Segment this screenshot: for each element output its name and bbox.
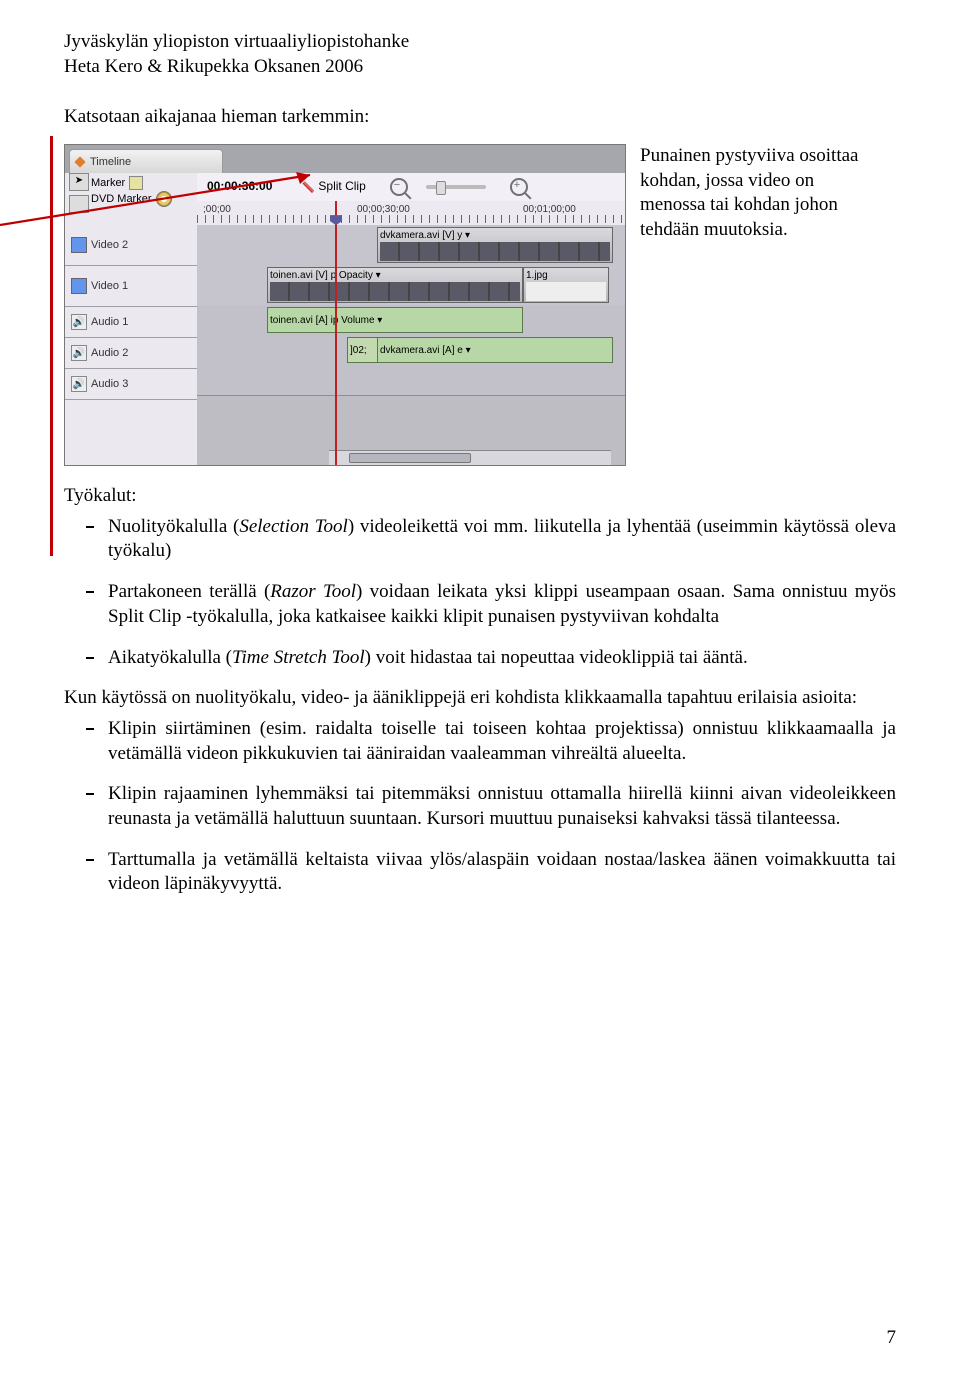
timeline-ruler[interactable]: ;00;00 00;00;30;00 00;01;00;00 [197,201,625,226]
split-clip-button[interactable]: Split Clip [302,179,365,195]
audio1-track[interactable]: toinen.avi [A] ip Volume ▾ [197,305,625,336]
actions-list: Klipin siirtäminen (esim. raidalta toise… [64,717,896,897]
side-tools: ➤ [69,173,91,223]
horizontal-scrollbar[interactable] [329,450,611,465]
zoom-out-icon[interactable]: − [390,178,408,196]
audio3-label[interactable]: 🔊Audio 3 [65,369,197,400]
tools-heading: Työkalut: [64,484,896,509]
tools-list: Nuolityökalulla (Selection Tool) videole… [64,515,896,670]
audio2-clip-label: dvkamera.avi [A] e ▾ [380,344,471,357]
video1-clip[interactable]: toinen.avi [V] p Opacity ▾ [267,267,523,303]
video2-clip-label: dvkamera.avi [V] y ▾ [380,229,610,242]
timecode[interactable]: 00:00:36:00 [207,179,272,195]
audio3-track[interactable] [197,365,625,396]
audio2-track[interactable]: ]02; dvkamera.avi [A] e ▾ [197,335,625,366]
speaker-icon: 🔊 [71,376,87,392]
list-item: Klipin rajaaminen lyhemmäksi tai pitemmä… [64,782,896,831]
arrow-tool-icon[interactable]: ➤ [69,173,89,191]
list-item: Tarttumalla ja vetämällä keltaista viiva… [64,848,896,897]
video1-track[interactable]: toinen.avi [V] p Opacity ▾ 1.jpg [197,265,625,306]
speaker-icon: 🔊 [71,345,87,361]
speaker-icon: 🔊 [71,314,87,330]
video2-label[interactable]: Video 2 [65,225,197,266]
intro-text: Katsotaan aikajanaa hieman tarkemmin: [64,105,896,130]
video1-image-label: 1.jpg [526,269,606,282]
paragraph-actions-intro: Kun käytössä on nuolityökalu, video- ja … [64,686,896,711]
marker-icon[interactable] [129,176,143,190]
video1-label[interactable]: Video 1 [65,266,197,307]
timeline-body[interactable]: dvkamera.avi [V] y ▾ toinen.avi [V] p Op… [197,225,625,465]
timeline-tab-label: Timeline [90,155,131,169]
zoom-in-icon[interactable]: + [510,178,528,196]
dvd-marker-label: DVD Marker [91,192,152,206]
marker-label: Marker [91,176,125,190]
dvd-icon[interactable] [156,191,172,207]
doc-header-line1: Jyväskylän yliopiston virtuaaliyliopisto… [64,30,896,55]
video2-clip[interactable]: dvkamera.avi [V] y ▾ [377,227,613,263]
scissors-icon [302,181,314,193]
audio2-clip-small[interactable]: ]02; [347,337,379,363]
list-item: Nuolityökalulla (Selection Tool) videole… [64,515,896,564]
scrollbar-thumb[interactable] [349,453,471,463]
video2-track[interactable]: dvkamera.avi [V] y ▾ [197,225,625,266]
timeline-toolbar: 00:00:36:00 Split Clip − + [197,173,625,202]
split-clip-label: Split Clip [318,179,365,195]
annotation-vertical-line [50,136,53,556]
audio1-label[interactable]: 🔊Audio 1 [65,307,197,338]
page-number: 7 [887,1326,897,1351]
list-item: Klipin siirtäminen (esim. raidalta toise… [64,717,896,766]
zoom-slider[interactable] [426,185,486,189]
left-marker-labels: Marker DVD Marker [91,175,172,207]
callout-text: Punainen pystyviiva osoittaa kohdan, jos… [640,144,870,243]
audio1-clip-label: toinen.avi [A] ip Volume ▾ [270,314,382,327]
list-item: Partakoneen terällä (Razor Tool) voidaan… [64,580,896,629]
track-labels: Video 2 Video 1 🔊Audio 1 🔊Audio 2 🔊Audio… [65,225,197,465]
timeline-screenshot: Timeline ➤ Marker DVD Marker 00:00:36:00… [64,144,626,466]
timeline-tab-icon [74,156,85,167]
video1-image-clip[interactable]: 1.jpg [523,267,609,303]
audio1-clip[interactable]: toinen.avi [A] ip Volume ▾ [267,307,523,333]
timeline-tab[interactable]: Timeline [69,149,223,175]
audio2-small-label: ]02; [350,344,367,357]
tool-icon[interactable] [69,195,89,213]
list-item: Aikatyökalulla (Time Stretch Tool) voit … [64,646,896,671]
audio2-label[interactable]: 🔊Audio 2 [65,338,197,369]
audio2-clip[interactable]: dvkamera.avi [A] e ▾ [377,337,613,363]
video1-clip-label: toinen.avi [V] p Opacity ▾ [270,269,520,282]
doc-header-line2: Heta Kero & Rikupekka Oksanen 2006 [64,55,896,80]
playhead[interactable] [335,201,337,465]
